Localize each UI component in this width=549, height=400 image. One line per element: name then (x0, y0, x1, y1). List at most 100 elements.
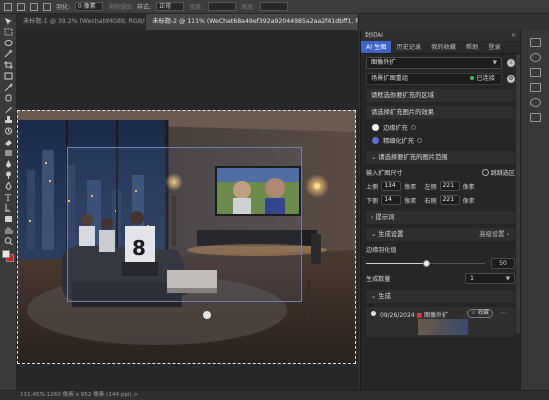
top-input[interactable]: 134 (381, 181, 402, 191)
radio-fine[interactable] (372, 137, 379, 144)
history-item[interactable]: 09/26/2024 ■ 图像外扩 ☆ 收藏 ⋯ (366, 307, 515, 337)
generate-section-header[interactable]: ⌄ 生成 (366, 290, 515, 303)
history-thumbnail[interactable] (418, 319, 468, 335)
canvas-area[interactable]: 8 (17, 30, 359, 390)
count-dropdown[interactable]: 1 ▼ (465, 273, 515, 284)
range-section-header[interactable]: ⌄ 请选择要扩充的图片范围 (366, 151, 515, 164)
zoom-tool-icon[interactable] (3, 237, 13, 246)
info-icon[interactable]: i (507, 59, 515, 67)
favorite-button[interactable]: ☆ 收藏 (467, 309, 493, 318)
shape-tool-icon[interactable] (3, 215, 13, 224)
color-panel-icon[interactable] (529, 38, 541, 47)
tab-document-1[interactable]: 未标题-1 @ 39.2% (WechatIMG89, RGB/8*) * (17, 14, 147, 30)
mode-dropdown-value: 图像外扩 (371, 59, 396, 66)
slider-handle[interactable] (422, 259, 430, 267)
effect-section-header: 请选择扩充图片的效果 (366, 106, 515, 119)
move-tool-icon[interactable] (3, 17, 13, 26)
right-input[interactable]: 221 (439, 195, 460, 205)
advanced-settings-link[interactable]: 高级设置 › (479, 228, 509, 241)
prompt-section-header[interactable]: › 提示词 (366, 211, 515, 224)
status-dot-icon (470, 76, 475, 80)
path-select-tool-icon[interactable] (3, 204, 13, 213)
new-selection-icon[interactable] (17, 2, 25, 11)
feather-value[interactable]: 50 (491, 258, 515, 269)
feather-label: 羽化: (56, 4, 71, 11)
selection-frame[interactable] (67, 147, 302, 302)
layers-icon[interactable] (529, 68, 541, 77)
eyedropper-tool-icon[interactable] (3, 83, 13, 92)
input-size-label: 输入扩图尺寸 (366, 170, 403, 177)
eraser-tool-icon[interactable] (3, 138, 13, 147)
anti-alias-checkbox[interactable]: 消除锯齿 (108, 2, 132, 11)
document-tabs: 未标题-1 @ 39.2% (WechatIMG89, RGB/8*) * 未标… (17, 14, 359, 30)
history-entry: 09/26/2024 ■ 图像外扩 (380, 312, 449, 319)
tab-document-2[interactable]: 未标题-2 @ 111% (WeChat68a49ef392a92044985a… (146, 14, 359, 30)
history-brush-tool-icon[interactable] (3, 127, 13, 136)
style-select[interactable]: 正常 (156, 2, 185, 11)
feather-input[interactable]: 0 像素 (75, 2, 104, 11)
marquee-tool-icon[interactable] (3, 28, 13, 37)
tab-favorites[interactable]: 我的收藏 (426, 41, 461, 53)
add-selection-icon[interactable] (30, 2, 38, 11)
height-label: 高度: (241, 4, 256, 11)
count-row: 生成数量 1 ▼ (366, 273, 515, 284)
left-input[interactable]: 221 (439, 181, 460, 191)
lasso-tool-icon[interactable] (3, 39, 13, 48)
properties-icon[interactable] (529, 83, 541, 92)
ai-plugin-panel: 封印AI ✕ AI 生图 历史记录 我的收藏 帮助 登录 图像外扩 ▼ i 场景… (360, 30, 520, 390)
feather-slider[interactable] (366, 259, 485, 269)
mode-dropdown[interactable]: 图像外扩 ▼ (366, 57, 502, 69)
brush-tool-icon[interactable] (3, 105, 13, 114)
width-input[interactable] (208, 2, 237, 11)
blur-tool-icon[interactable] (3, 160, 13, 169)
top-label: 上侧 (366, 183, 379, 191)
panel-menu: AI 生图 历史记录 我的收藏 帮助 登录 (361, 41, 520, 54)
tab-help[interactable]: 帮助 (461, 41, 483, 53)
chevron-down-icon: ▼ (505, 276, 510, 282)
server-connection[interactable]: 场景扩图重组 已连接 (366, 73, 502, 85)
heal-tool-icon[interactable] (3, 94, 13, 103)
intersect-selection-icon[interactable] (43, 2, 51, 11)
type-tool-icon[interactable]: T (3, 193, 13, 202)
more-icon[interactable]: ⋯ (500, 309, 507, 317)
help-icon[interactable] (416, 138, 422, 143)
radio-edge[interactable] (372, 124, 379, 131)
stamp-tool-icon[interactable] (3, 116, 13, 125)
status-bar: 111.45% 1260 像素 x 952 像素 (144 ppi) > (0, 390, 549, 400)
marquee-tool-icon[interactable] (4, 2, 12, 11)
height-input[interactable] (260, 2, 289, 11)
gen-settings-header[interactable]: ⌄ 生成设置 高级设置 › (366, 228, 515, 241)
history-panel-icon[interactable] (529, 98, 541, 107)
top-left-row: 上侧 134 像素 左侧 221 像素 (366, 181, 475, 191)
style-label: 样式: (137, 4, 152, 11)
bottom-input[interactable]: 14 (381, 195, 402, 205)
skip-checkbox[interactable] (481, 169, 489, 176)
bottom-label: 下侧 (366, 197, 379, 205)
dodge-tool-icon[interactable] (3, 171, 13, 180)
frame-tool-icon[interactable] (3, 72, 13, 81)
skip-selection-toggle[interactable]: 跳跳选区 (481, 168, 515, 177)
gear-icon[interactable]: ⚙ (507, 75, 515, 83)
svg-text:T: T (5, 194, 11, 201)
panel-title-bar: 封印AI ✕ (361, 30, 520, 41)
tab-login[interactable]: 登录 (483, 41, 505, 53)
tab-history[interactable]: 历史记录 (391, 41, 426, 53)
crop-tool-icon[interactable] (3, 61, 13, 70)
gradient-tool-icon[interactable] (3, 149, 13, 158)
magic-wand-tool-icon[interactable] (3, 50, 13, 59)
foreground-color-swatch[interactable] (1, 250, 10, 258)
tab-ai-generate[interactable]: AI 生图 (361, 41, 392, 53)
panel-title: 封印AI (365, 32, 383, 39)
effect-option-fine[interactable]: 精细化扩充 (372, 136, 515, 145)
close-icon[interactable]: ✕ (511, 30, 516, 41)
help-icon[interactable] (410, 125, 416, 130)
adjustments-icon[interactable] (529, 53, 541, 62)
connection-status: 已连接 (470, 74, 495, 84)
color-swatches[interactable] (1, 250, 15, 263)
libraries-icon[interactable] (529, 113, 541, 122)
hand-tool-icon[interactable] (3, 226, 13, 235)
pen-tool-icon[interactable] (3, 182, 13, 191)
count-label: 生成数量 (366, 276, 391, 283)
effect-option-edge[interactable]: 边缘扩充 (372, 123, 515, 132)
server-label: 场景扩图重组 (371, 75, 409, 82)
